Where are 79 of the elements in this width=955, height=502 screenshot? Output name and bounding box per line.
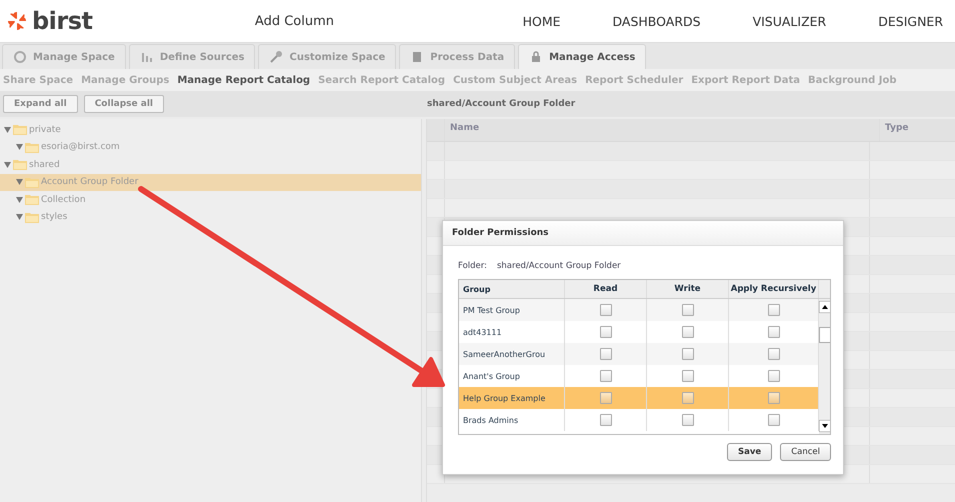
tree-item[interactable]: private [0, 121, 421, 138]
tree-item[interactable]: esoria@birst.com [0, 138, 421, 156]
dialog-title: Folder Permissions [443, 221, 843, 246]
expand-caret-icon[interactable] [16, 179, 23, 186]
checkbox[interactable] [600, 326, 612, 338]
tab[interactable]: Manage Space [2, 44, 126, 69]
checkbox[interactable] [682, 326, 694, 338]
tree-item[interactable]: Account Group Folder [0, 174, 421, 191]
page-title: Add Column [254, 14, 335, 28]
tab[interactable]: Process Data [399, 44, 516, 69]
tree-item[interactable]: Collection [0, 191, 421, 208]
tab[interactable]: Customize Space [258, 44, 396, 69]
folder-icon [25, 176, 39, 188]
column-header[interactable]: Name [445, 119, 880, 141]
column-header[interactable]: Group [459, 280, 565, 298]
table-row[interactable]: PM Test Group [459, 299, 819, 321]
checkbox[interactable] [600, 370, 612, 382]
expand-caret-icon[interactable] [16, 196, 23, 203]
checkbox[interactable] [600, 392, 612, 404]
checkbox[interactable] [682, 370, 694, 382]
checkbox[interactable] [768, 348, 780, 360]
subnav-link[interactable]: Share Space [0, 74, 78, 86]
table-row[interactable]: Help Group Example [459, 387, 819, 409]
group-name: Brads Admins [459, 409, 565, 431]
scroll-down-icon[interactable] [819, 420, 830, 432]
folder-icon [25, 212, 39, 223]
folder-icon [13, 159, 27, 170]
nav-link[interactable]: DESIGNER [838, 14, 955, 28]
subnav-link[interactable]: Custom Subject Areas [450, 74, 582, 86]
tab[interactable]: Define Sources [128, 44, 256, 69]
tree-item[interactable]: shared [0, 156, 421, 174]
checkbox[interactable] [682, 392, 694, 404]
table-row[interactable]: SameerAnotherGrou [459, 343, 819, 365]
column-header[interactable]: Apply Recursively [729, 280, 819, 298]
nav-link[interactable]: DASHBOARDS [572, 14, 713, 28]
expand-caret-icon[interactable] [16, 214, 23, 220]
folder-icon [25, 142, 39, 153]
subnav-link[interactable]: Report Scheduler [582, 74, 688, 86]
checkbox[interactable] [600, 414, 612, 426]
tree-item[interactable]: styles [0, 208, 421, 226]
folder-icon [13, 124, 27, 136]
toolbar-button[interactable]: Collapse all [84, 95, 164, 113]
toolbar-button[interactable]: Expand all [3, 95, 78, 113]
checkbox[interactable] [768, 304, 780, 316]
checkbox[interactable] [768, 414, 780, 426]
checkbox[interactable] [600, 304, 612, 316]
checkbox[interactable] [768, 370, 780, 382]
tab[interactable]: Manage Access [518, 44, 646, 69]
column-header[interactable]: Type [880, 119, 955, 141]
column-header[interactable]: Read [565, 280, 647, 298]
scrollbar[interactable] [819, 299, 830, 434]
nav-link[interactable]: VISUALIZER [712, 14, 838, 28]
subnav-link[interactable]: Manage Report Catalog [174, 74, 316, 86]
subnav-link[interactable]: Export Report Data [688, 74, 806, 86]
save-button[interactable]: Save [727, 443, 772, 461]
checkbox[interactable] [682, 304, 694, 316]
expand-caret-icon[interactable] [16, 144, 23, 150]
cancel-button[interactable]: Cancel [780, 443, 831, 461]
subnav-link[interactable]: Search Report Catalog [315, 74, 450, 86]
checkbox[interactable] [768, 326, 780, 338]
scroll-thumb[interactable] [819, 327, 830, 343]
expand-caret-icon[interactable] [4, 126, 11, 133]
expand-caret-icon[interactable] [4, 162, 11, 168]
bar-chart-icon [140, 50, 154, 64]
subnav-link[interactable]: Manage Groups [78, 74, 174, 86]
logo-icon [6, 10, 28, 32]
subnav-link[interactable]: Background Job [805, 74, 902, 86]
folder-value: shared/Account Group Folder [496, 261, 621, 271]
nav-link[interactable]: HOME [482, 14, 572, 28]
folder-path: shared/Account Group Folder [427, 99, 576, 109]
folder-icon [25, 194, 39, 206]
checkbox[interactable] [600, 348, 612, 360]
logo-text: birst [32, 7, 92, 35]
scroll-up-icon[interactable] [819, 301, 830, 313]
checkbox[interactable] [682, 348, 694, 360]
checkbox[interactable] [682, 414, 694, 426]
column-header[interactable]: Write [647, 280, 729, 298]
folder-label: Folder: [458, 261, 487, 271]
checkbox[interactable] [768, 392, 780, 404]
